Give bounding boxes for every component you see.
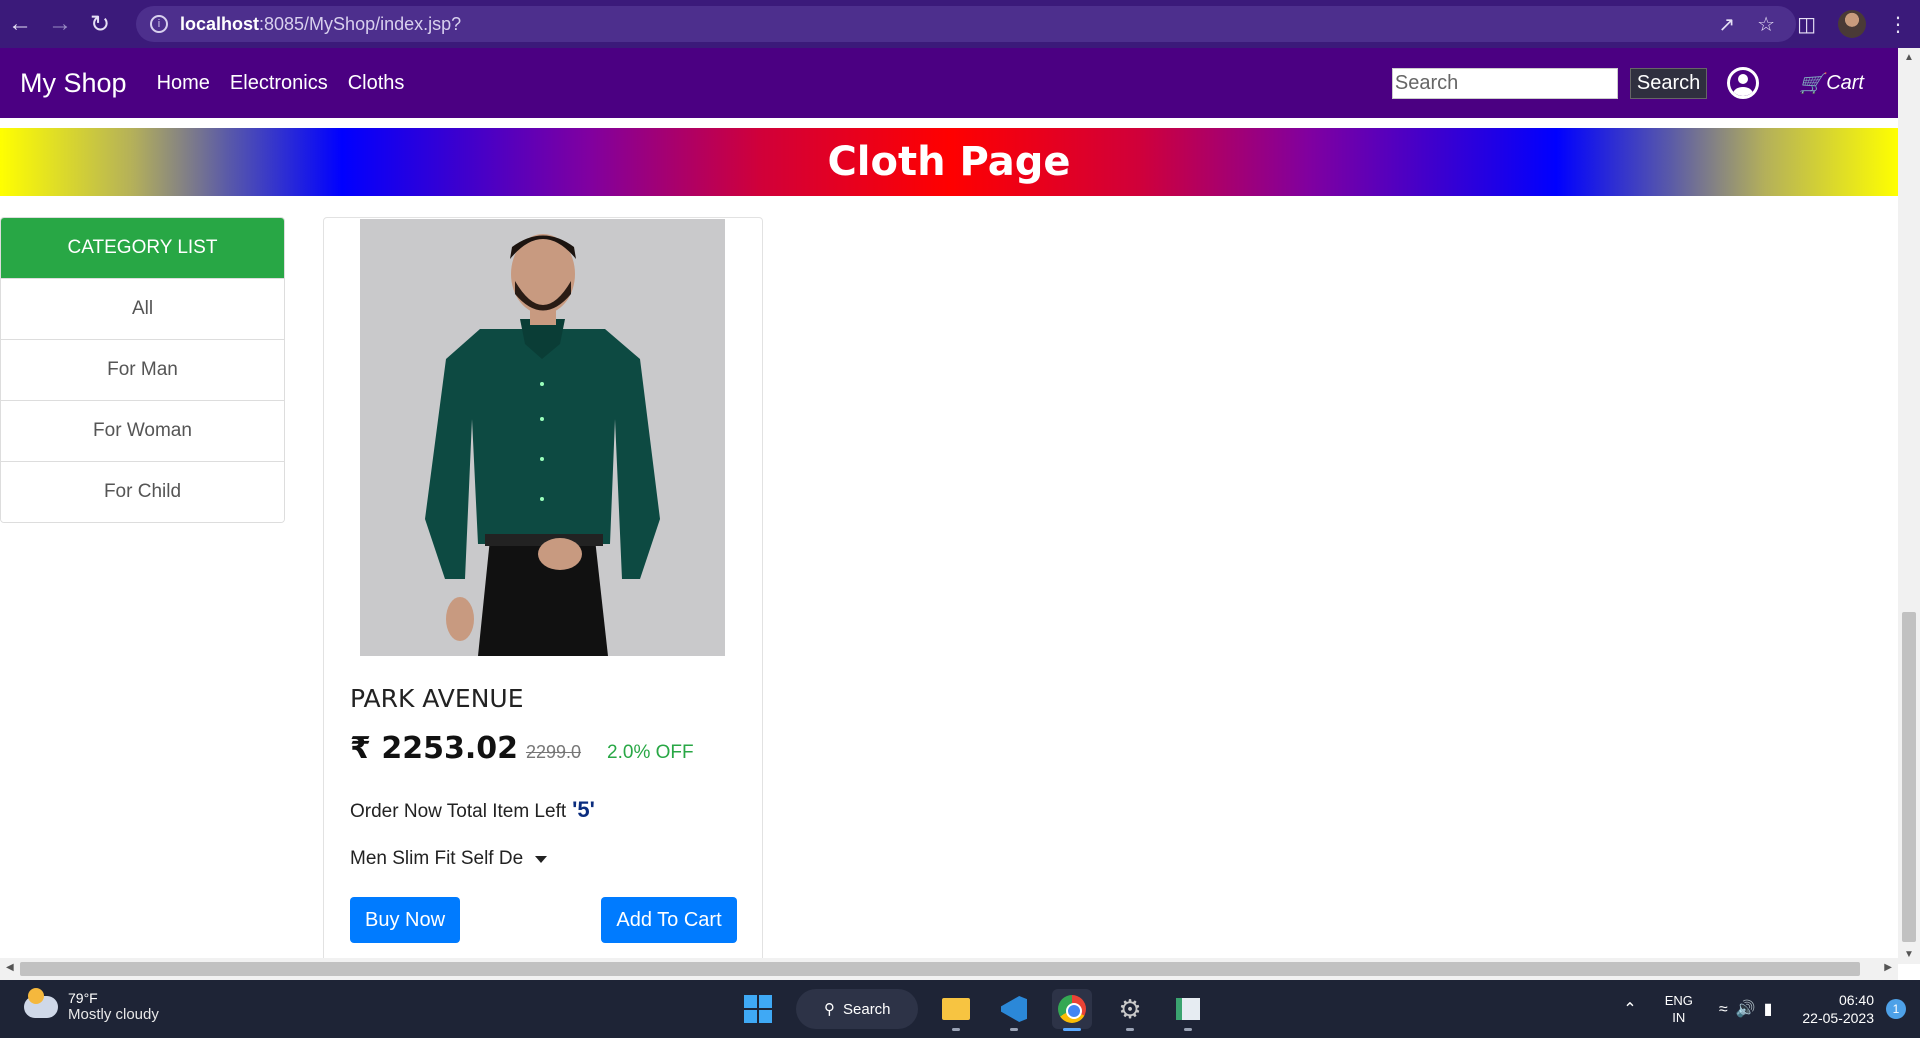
search-button[interactable]: Search bbox=[1629, 67, 1708, 99]
product-price: ₹ 2253.02 bbox=[350, 731, 518, 766]
share-icon[interactable]: ↗ bbox=[1718, 12, 1735, 37]
reload-icon[interactable]: ↻ bbox=[80, 4, 120, 44]
vertical-scrollbar[interactable]: ▲ ▼ bbox=[1898, 48, 1920, 964]
brand-logo[interactable]: My Shop bbox=[20, 68, 127, 99]
windows-logo-icon bbox=[744, 995, 772, 1023]
clock-time: 06:40 bbox=[1838, 992, 1874, 1008]
chrome-icon bbox=[1058, 995, 1086, 1023]
vertical-scroll-thumb[interactable] bbox=[1902, 612, 1916, 942]
side-panel-icon[interactable]: ◫ bbox=[1797, 12, 1816, 37]
page-banner: Cloth Page bbox=[0, 128, 1898, 196]
notification-badge[interactable]: 1 bbox=[1886, 999, 1906, 1019]
scroll-up-icon[interactable]: ▲ bbox=[1904, 52, 1914, 63]
url-path: :8085/MyShop/index.jsp? bbox=[259, 13, 462, 34]
chevron-up-icon[interactable]: ⌃ bbox=[1623, 999, 1636, 1019]
vscode-icon bbox=[1001, 996, 1027, 1022]
weather-condition: Mostly cloudy bbox=[68, 1006, 159, 1023]
search-input[interactable] bbox=[1391, 67, 1618, 99]
site-info-icon[interactable]: i bbox=[150, 15, 168, 33]
search-icon: ⚲ bbox=[824, 1001, 835, 1018]
product-card: PARK AVENUE ₹ 2253.02 2299.0 2.0% OFF Or… bbox=[323, 217, 763, 967]
stock-count: '5' bbox=[572, 797, 595, 822]
folder-icon bbox=[942, 998, 970, 1020]
stock-info: Order Now Total Item Left '5' bbox=[350, 797, 595, 823]
taskbar-search[interactable]: ⚲ Search bbox=[796, 989, 918, 1029]
category-item-all[interactable]: All bbox=[1, 278, 284, 339]
browser-toolbar: ← → ↻ i localhost :8085/MyShop/index.jsp… bbox=[0, 0, 1920, 48]
price-row: ₹ 2253.02 2299.0 2.0% OFF bbox=[350, 731, 694, 766]
notepad-app[interactable] bbox=[1168, 989, 1208, 1031]
nav-link-cloths[interactable]: Cloths bbox=[348, 72, 405, 95]
user-account-icon[interactable] bbox=[1727, 67, 1760, 99]
weather-temperature: 79°F bbox=[68, 990, 98, 1006]
weather-widget[interactable]: 79°F Mostly cloudy bbox=[24, 987, 159, 1023]
vscode-app[interactable] bbox=[994, 989, 1034, 1031]
gear-icon: ⚙ bbox=[1118, 993, 1142, 1024]
add-to-cart-button[interactable]: Add To Cart bbox=[601, 897, 737, 943]
cart-link[interactable]: 🛒 Cart bbox=[1799, 71, 1864, 96]
scroll-right-icon[interactable]: ▶ bbox=[1884, 962, 1892, 973]
category-item-for-man[interactable]: For Man bbox=[1, 339, 284, 400]
start-button[interactable] bbox=[738, 989, 778, 1029]
nav-link-electronics[interactable]: Electronics bbox=[230, 72, 328, 95]
file-explorer-app[interactable] bbox=[936, 989, 976, 1031]
cloudy-weather-icon bbox=[24, 987, 58, 1018]
windows-taskbar: 79°F Mostly cloudy ⚲ Search ⚙ ⌃ ENG IN ≈… bbox=[0, 980, 1920, 1038]
chrome-app[interactable] bbox=[1052, 989, 1092, 1031]
category-list: CATEGORY LIST All For Man For Woman For … bbox=[0, 217, 285, 523]
bookmark-star-icon[interactable]: ☆ bbox=[1757, 12, 1775, 37]
horizontal-scrollbar[interactable]: ◀ ▶ bbox=[0, 958, 1898, 980]
horizontal-scroll-thumb[interactable] bbox=[20, 962, 1860, 976]
caret-down-icon bbox=[535, 855, 548, 863]
language-code: ENG bbox=[1664, 993, 1693, 1008]
browser-menu-icon[interactable]: ⋮ bbox=[1888, 12, 1908, 37]
system-tray: ⌃ ENG IN ≈🔊▮ 06:40 22-05-2023 1 bbox=[1623, 980, 1920, 1038]
category-list-header: CATEGORY LIST bbox=[1, 218, 284, 278]
language-region: IN bbox=[1672, 1010, 1686, 1025]
product-description: Men Slim Fit Self De bbox=[350, 848, 524, 869]
cart-label: Cart bbox=[1826, 71, 1864, 94]
product-original-price: 2299.0 bbox=[525, 742, 582, 762]
back-icon[interactable]: ← bbox=[0, 4, 40, 44]
scroll-down-icon[interactable]: ▼ bbox=[1904, 949, 1914, 960]
buy-now-button[interactable]: Buy Now bbox=[350, 897, 460, 943]
stock-label: Order Now Total Item Left bbox=[350, 801, 567, 822]
category-item-for-child[interactable]: For Child bbox=[1, 461, 284, 522]
product-description-dropdown[interactable]: Men Slim Fit Self De bbox=[350, 848, 548, 870]
site-navbar: My Shop Home Electronics Cloths Search 🛒… bbox=[0, 48, 1898, 118]
clock-date: 22-05-2023 bbox=[1802, 1010, 1874, 1026]
settings-app[interactable]: ⚙ bbox=[1110, 989, 1150, 1031]
clock[interactable]: 06:40 22-05-2023 bbox=[1802, 991, 1874, 1027]
product-image bbox=[360, 219, 725, 656]
product-discount: 2.0% OFF bbox=[607, 742, 694, 763]
nav-link-home[interactable]: Home bbox=[157, 72, 210, 95]
profile-avatar[interactable] bbox=[1838, 10, 1866, 38]
scroll-left-icon[interactable]: ◀ bbox=[6, 962, 14, 973]
url-host: localhost bbox=[180, 13, 260, 34]
network-volume-battery-icons[interactable]: ≈🔊▮ bbox=[1719, 999, 1781, 1019]
category-item-for-woman[interactable]: For Woman bbox=[1, 400, 284, 461]
cart-icon: 🛒 bbox=[1799, 72, 1825, 95]
product-photo-shirt bbox=[360, 219, 725, 656]
product-title: PARK AVENUE bbox=[350, 684, 524, 713]
notepad-icon bbox=[1176, 998, 1200, 1020]
address-bar[interactable]: i localhost :8085/MyShop/index.jsp? bbox=[136, 6, 1796, 42]
page-title: Cloth Page bbox=[827, 139, 1071, 185]
language-indicator[interactable]: ENG IN bbox=[1665, 992, 1693, 1026]
forward-icon[interactable]: → bbox=[40, 4, 80, 44]
taskbar-search-label: Search bbox=[843, 1000, 891, 1018]
